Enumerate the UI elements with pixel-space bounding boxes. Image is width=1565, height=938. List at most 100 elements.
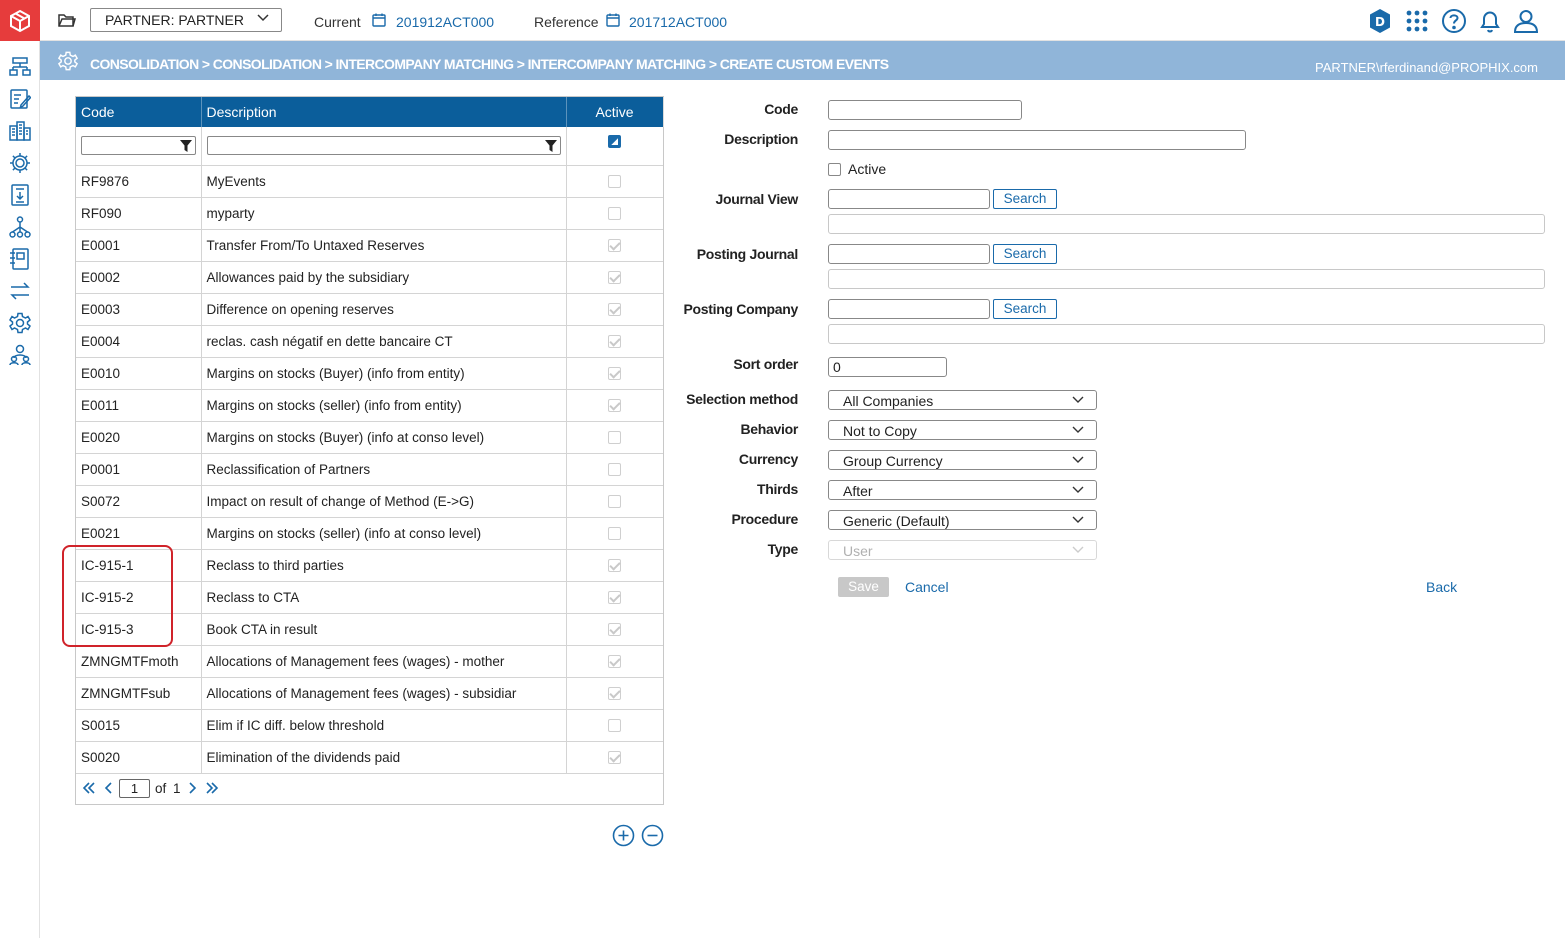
table-row[interactable]: E0011 Margins on stocks (seller) (info fr… [76, 389, 663, 422]
row-active-checkbox [608, 495, 622, 509]
logged-in-user: PARTNER\rferdinand@PROPHIX.com [1315, 60, 1538, 75]
back-link[interactable]: Back [1426, 579, 1457, 595]
user-badge[interactable]: D [1368, 8, 1392, 37]
row-active-checkbox [608, 527, 622, 541]
reference-period-link[interactable]: 201712ACT000 [629, 14, 727, 30]
row-description: Reclass to third parties [201, 549, 567, 582]
ledger-icon[interactable] [9, 248, 31, 270]
posting-company-input[interactable] [828, 299, 990, 319]
procedure-select[interactable]: Generic (Default) [828, 510, 1097, 530]
table-row[interactable]: P0001 Reclassification of Partners [76, 453, 663, 486]
table-row[interactable]: S0020 Elimination of the dividends paid [76, 741, 663, 774]
behavior-select[interactable]: Not to Copy [828, 420, 1097, 440]
row-active-checkbox [608, 207, 622, 221]
code-filter-input[interactable] [81, 136, 196, 156]
table-row[interactable]: E0002 Allowances paid by the subsidiary [76, 261, 663, 294]
posting-journal-input[interactable] [828, 244, 990, 264]
help-icon[interactable] [1441, 8, 1467, 37]
currency-label: Currency [738, 451, 798, 467]
calendar-icon[interactable] [372, 13, 386, 30]
table-row[interactable]: RF090 myparty [76, 197, 663, 230]
row-description: myparty [201, 197, 567, 230]
row-active-cell [566, 581, 663, 614]
description-input[interactable] [828, 130, 1246, 150]
table-row[interactable]: RF9876 MyEvents [76, 165, 663, 198]
apps-grid-icon[interactable] [1405, 9, 1429, 36]
description-filter-input[interactable] [206, 136, 561, 156]
sort-order-input[interactable]: 0 [828, 357, 947, 377]
page-number-input[interactable]: 1 [119, 778, 150, 798]
app-logo[interactable] [0, 0, 40, 41]
row-active-checkbox [608, 719, 622, 733]
thirds-select[interactable]: After [828, 480, 1097, 500]
filter-icon[interactable] [544, 140, 557, 153]
users-group-icon[interactable] [9, 344, 31, 366]
table-header-row: Code Description Active [76, 97, 664, 127]
row-code: RF090 [76, 197, 202, 230]
last-page-icon[interactable] [205, 781, 219, 797]
user-icon[interactable] [1513, 8, 1539, 37]
table-row[interactable]: S0072 Impact on result of change of Metho… [76, 485, 663, 518]
posting-journal-search-button[interactable]: Search [993, 244, 1057, 264]
posting-journal-description-field [828, 269, 1545, 289]
gears-icon[interactable] [9, 312, 31, 334]
user-badge-letter: D [1375, 15, 1385, 29]
journal-view-search-button[interactable]: Search [993, 189, 1057, 209]
column-header-description[interactable]: Description [201, 97, 567, 127]
table-row[interactable]: E0003 Difference on opening reserves [76, 293, 663, 326]
edit-form-icon[interactable] [9, 88, 31, 110]
description-label: Description [724, 131, 798, 147]
save-button[interactable]: Save [838, 577, 889, 597]
row-code: S0072 [76, 485, 202, 518]
cancel-link[interactable]: Cancel [905, 579, 949, 595]
row-active-checkbox [608, 655, 622, 669]
table-row[interactable]: ZMNGMTFsub Allocations of Management fees… [76, 677, 663, 710]
currency-value: Group Currency [843, 453, 943, 469]
org-structure-icon[interactable] [9, 56, 31, 78]
selection-method-label: Selection method [686, 391, 798, 407]
procedure-value: Generic (Default) [843, 513, 950, 529]
posting-company-label: Posting Company [683, 301, 798, 317]
table-row[interactable]: E0020 Margins on stocks (Buyer) (info at … [76, 421, 663, 454]
folder-icon[interactable] [58, 12, 76, 31]
table-row[interactable]: E0004 reclas. cash négatif en dette banca… [76, 325, 663, 358]
currency-select[interactable]: Group Currency [828, 450, 1097, 470]
prev-page-icon[interactable] [104, 781, 112, 797]
events-grid: Code Description Active RF9876 MyEvents … [75, 96, 664, 805]
current-period-link[interactable]: 201912ACT000 [396, 14, 494, 30]
chevron-down-icon [1072, 426, 1084, 433]
journal-view-input[interactable] [828, 189, 990, 209]
row-active-checkbox [608, 559, 622, 573]
partner-select[interactable]: PARTNER: PARTNER [90, 8, 282, 32]
add-row-icon[interactable] [612, 824, 635, 850]
code-input[interactable] [828, 100, 1022, 120]
next-page-icon[interactable] [189, 781, 197, 797]
document-download-icon[interactable] [9, 184, 31, 206]
column-header-code[interactable]: Code [76, 97, 202, 127]
buildings-icon[interactable] [9, 120, 31, 142]
row-active-cell [566, 677, 663, 710]
active-checkbox[interactable] [828, 163, 841, 176]
row-active-checkbox [608, 175, 622, 189]
table-row[interactable]: E0001 Transfer From/To Untaxed Reserves [76, 229, 663, 262]
row-description: Allocations of Management fees (wages) -… [201, 677, 567, 710]
selection-method-select[interactable]: All Companies [828, 390, 1097, 410]
table-row[interactable]: E0010 Margins on stocks (Buyer) (info fro… [76, 357, 663, 390]
posting-company-search-button[interactable]: Search [993, 299, 1057, 319]
bell-icon[interactable] [1478, 8, 1502, 37]
transfer-arrows-icon[interactable] [9, 280, 31, 302]
behavior-label: Behavior [740, 421, 798, 437]
events-table: Code Description Active RF9876 MyEvents … [76, 97, 664, 774]
table-row[interactable]: S0015 Elim if IC diff. below threshold [76, 709, 663, 742]
remove-row-icon[interactable] [641, 824, 664, 850]
table-row[interactable]: ZMNGMTFmoth Allocations of Management fee… [76, 645, 663, 678]
row-active-checkbox [608, 623, 622, 637]
filter-icon[interactable] [179, 140, 192, 153]
calendar-icon[interactable] [606, 13, 620, 30]
settings-cog-icon[interactable] [9, 152, 31, 174]
pager-total: 1 [173, 780, 181, 796]
hierarchy-icon[interactable] [9, 216, 31, 238]
first-page-icon[interactable] [82, 781, 96, 797]
row-active-cell [566, 613, 663, 646]
row-description: Margins on stocks (Buyer) (info from ent… [201, 357, 567, 390]
